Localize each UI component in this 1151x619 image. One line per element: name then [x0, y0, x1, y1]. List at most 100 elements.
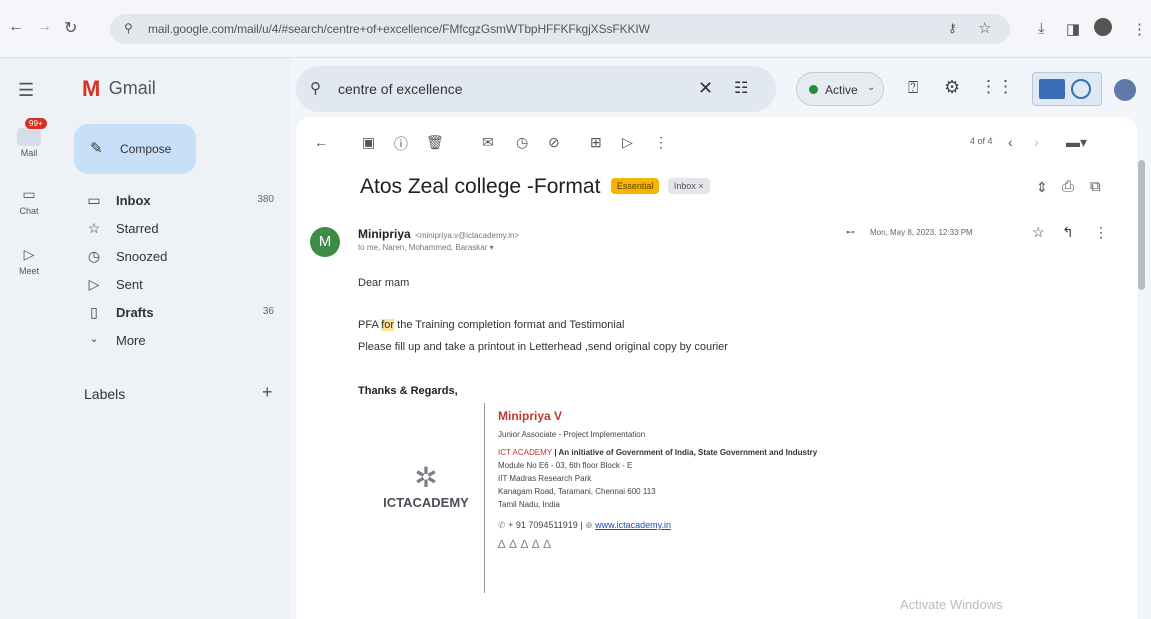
sender-avatar[interactable]: M — [310, 227, 340, 257]
snooze-icon[interactable]: ◷ — [516, 134, 528, 151]
search-input[interactable]: centre of excellence — [338, 81, 463, 97]
signature-name: Minipriya V — [498, 409, 563, 423]
newer-chevron-icon[interactable]: ‹ — [1008, 134, 1013, 150]
search-highlight: for — [381, 319, 395, 331]
chevron-down-icon: ⌄ — [89, 333, 99, 345]
rail-item-label: Chat — [19, 206, 39, 216]
pagination-text: 4 of 4 — [970, 136, 993, 146]
main-menu-icon[interactable]: ☰ — [18, 80, 34, 101]
email-body-line-1: PFA for the Training completion format a… — [358, 319, 624, 331]
compose-label: Compose — [120, 142, 172, 156]
settings-gear-icon[interactable]: ⚙ — [944, 77, 960, 98]
open-new-window-icon[interactable]: ⧉ — [1090, 178, 1101, 195]
search-bar[interactable]: ⚲ centre of excellence ✕ ☷ — [296, 66, 776, 112]
back-arrow-icon[interactable]: ← — [8, 18, 24, 36]
website-link[interactable]: www.ictacademy.in — [595, 520, 671, 530]
download-icon[interactable]: ⤓ — [1038, 20, 1045, 37]
profile-icon[interactable] — [1094, 18, 1112, 36]
essential-tag[interactable]: Essential — [610, 177, 660, 194]
unread-count: 380 — [257, 194, 274, 205]
gmail-logo[interactable]: M Gmail — [82, 76, 156, 102]
browser-menu-icon[interactable]: ⋮ — [1132, 20, 1147, 38]
email-subject: Atos Zeal college -Format — [360, 175, 601, 198]
compose-button[interactable]: ✎ Compose — [74, 124, 196, 174]
move-to-icon[interactable]: ⊞ — [590, 134, 602, 151]
sidebar-item-snoozed[interactable]: ◷ Snoozed — [74, 246, 284, 268]
back-icon[interactable]: ← — [314, 134, 328, 150]
social-icons: ∆∆∆∆∆ — [498, 538, 998, 551]
reply-icon[interactable]: ↰ — [1062, 224, 1074, 241]
reload-icon[interactable]: ↻ — [64, 18, 77, 38]
signature-divider — [484, 403, 485, 593]
sidebar-item-drafts[interactable]: ▯ Drafts 36 — [74, 302, 284, 324]
bookmark-star-icon[interactable]: ☆ — [978, 19, 991, 37]
add-label-icon[interactable]: + — [262, 382, 273, 403]
attachment-clip-icon: ⊷ — [846, 227, 855, 237]
globe-icon: ⊕ — [585, 520, 593, 530]
forward-arrow-icon[interactable]: → — [36, 18, 52, 36]
video-icon: ▷ — [23, 246, 35, 262]
email-greeting: Dear mam — [358, 277, 410, 289]
archive-icon[interactable]: ▣ — [362, 134, 375, 151]
pencil-icon: ✎ — [90, 140, 103, 157]
facebook-icon[interactable]: ∆ — [498, 537, 509, 551]
star-icon: ☆ — [87, 220, 101, 236]
rail-item-chat[interactable]: ▭ Chat — [0, 186, 58, 216]
inbox-tag[interactable]: Inbox × — [667, 177, 710, 194]
apps-grid-icon[interactable]: ⋮⋮ — [980, 77, 1014, 97]
rail-item-mail[interactable]: 99+ Mail — [0, 118, 58, 158]
org-logo-mark-icon — [1039, 79, 1065, 99]
sidebar-item-label: Drafts — [116, 305, 154, 320]
status-label: Active — [825, 83, 858, 97]
add-task-icon[interactable]: ⊘ — [548, 134, 560, 151]
older-chevron-icon[interactable]: › — [1034, 134, 1039, 150]
sidebar-item-inbox[interactable]: ▭ Inbox 380 — [74, 190, 284, 212]
help-icon[interactable]: ⍰ — [908, 78, 918, 98]
org-description: | An initiative of Government of India, … — [552, 448, 818, 457]
clock-icon: ◷ — [87, 248, 101, 264]
sender-email: <minipriya.v@ictacademy.in> — [415, 231, 520, 240]
label-icon[interactable]: ▷ — [622, 134, 633, 151]
search-icon[interactable]: ⚲ — [310, 79, 321, 97]
org-link[interactable]: ICT ACADEMY — [498, 448, 552, 457]
account-org-logo[interactable] — [1032, 72, 1102, 106]
sidebar-item-sent[interactable]: ▷ Sent — [74, 274, 284, 296]
sidebar-item-starred[interactable]: ☆ Starred — [74, 218, 284, 240]
site-info-icon[interactable]: ⚲ — [124, 21, 133, 35]
twitter-icon[interactable]: ∆ — [509, 537, 520, 551]
email-closing: Thanks & Regards, — [358, 385, 458, 397]
mark-unread-icon[interactable]: ✉ — [482, 134, 494, 151]
instagram-icon[interactable]: ∆ — [532, 537, 543, 551]
message-more-icon[interactable]: ⋮ — [1094, 224, 1108, 241]
search-options-icon[interactable]: ☷ — [734, 78, 748, 98]
sidebar-item-more[interactable]: ⌄ More — [74, 330, 284, 352]
youtube-icon[interactable]: ∆ — [543, 537, 554, 551]
delete-icon[interactable]: 🗑 — [426, 134, 444, 151]
ict-academy-logo-icon: ✲ — [414, 462, 438, 493]
rail-item-label: Meet — [18, 266, 39, 276]
draft-count: 36 — [262, 306, 274, 317]
rail-item-meet[interactable]: ▷ Meet — [0, 246, 58, 276]
signature-logo: ✲ ICTACADEMY — [366, 462, 486, 511]
password-key-icon[interactable]: ⚷ — [948, 21, 957, 35]
report-spam-icon[interactable]: ⓘ — [394, 134, 408, 154]
sidebar-item-label: Inbox — [116, 193, 151, 208]
message-view: ← ▣ ⓘ 🗑 ✉ ◷ ⊘ ⊞ ▷ ⋮ 4 of 4 ‹ › ▬▾ Atos Z… — [296, 117, 1137, 619]
more-options-icon[interactable]: ⋮ — [654, 134, 668, 151]
address-bar[interactable]: ⚲ mail.google.com/mail/u/4/#search/centr… — [110, 14, 1010, 44]
address-line: Kanagam Road, Taramani, Chennai 600 113 — [498, 487, 656, 496]
sender-name[interactable]: Minipriya — [358, 227, 411, 241]
star-message-icon[interactable]: ☆ — [1032, 224, 1045, 241]
recipients-line[interactable]: to me, Naren, Mohammed, Baraskar ▾ — [358, 243, 494, 252]
scrollbar[interactable] — [1138, 160, 1145, 290]
print-icon[interactable]: ⎙ — [1062, 178, 1074, 195]
side-panel-icon[interactable]: ◨ — [1066, 20, 1080, 38]
avatar[interactable] — [1114, 79, 1136, 101]
status-selector[interactable]: Active ⌄ — [796, 72, 884, 106]
sidebar-item-label: Starred — [116, 221, 159, 236]
linkedin-icon[interactable]: ∆ — [521, 537, 532, 551]
expand-all-icon[interactable]: ⇕ — [1036, 179, 1048, 196]
inbox-icon: ▭ — [87, 192, 101, 208]
clear-search-icon[interactable]: ✕ — [698, 78, 713, 99]
input-tools-icon[interactable]: ▬▾ — [1066, 134, 1087, 151]
